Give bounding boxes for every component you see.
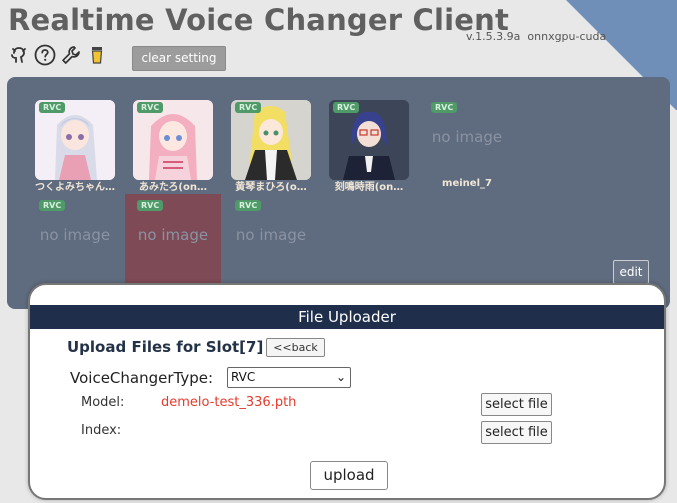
select-index-file-button[interactable]: select file — [481, 421, 552, 444]
toolbar-icons — [8, 44, 108, 66]
clear-setting-button[interactable]: clear setting — [132, 46, 226, 71]
voice-changer-type-label: VoiceChangerType: — [70, 369, 214, 387]
voice-changer-type-value: RVC — [231, 370, 256, 384]
model-slot-1[interactable]: RVC — [35, 100, 115, 180]
build-label: onnxgpu-cuda — [527, 30, 607, 43]
dialog-header: File Uploader — [30, 305, 664, 329]
slot-name: 黄琴まひろ(o… — [235, 182, 307, 193]
model-slot-3[interactable]: RVC — [231, 100, 311, 180]
model-slot-5[interactable]: RVC no image — [427, 100, 507, 180]
github-icon[interactable] — [8, 44, 30, 66]
wrench-icon[interactable] — [60, 44, 82, 66]
rvc-badge: RVC — [39, 102, 66, 113]
coffee-icon[interactable] — [86, 44, 108, 66]
rvc-badge: RVC — [431, 102, 458, 113]
model-slot-7[interactable]: RVC no image — [133, 198, 213, 278]
slot-name: つくよみちゃん… — [35, 182, 115, 193]
no-image-placeholder: no image — [431, 128, 503, 146]
model-label: Model: — [81, 395, 125, 410]
rvc-badge: RVC — [333, 102, 360, 113]
no-image-placeholder: no image — [39, 226, 111, 244]
upload-slot-title: Upload Files for Slot[7] — [67, 338, 264, 356]
rvc-badge: RVC — [235, 102, 262, 113]
no-image-placeholder: no image — [235, 226, 307, 244]
app-title: Realtime Voice Changer Client — [8, 3, 510, 37]
rvc-badge: RVC — [235, 200, 262, 211]
file-uploader-dialog: File Uploader Upload Files for Slot[7] <… — [28, 283, 666, 500]
help-icon[interactable] — [34, 44, 56, 66]
model-file-name: demelo-test_336.pth — [161, 395, 297, 410]
slot-name: meinel_7 — [442, 178, 492, 189]
back-button[interactable]: <<back — [266, 338, 325, 357]
model-slot-4[interactable]: RVC — [329, 100, 409, 180]
model-slot-6[interactable]: RVC no image — [35, 198, 115, 278]
slot-name: あみたろ(on… — [139, 182, 207, 193]
index-label: Index: — [81, 423, 122, 438]
edit-button[interactable]: edit — [613, 260, 649, 284]
version-info: v.1.5.3.9a onnxgpu-cuda — [466, 30, 606, 43]
slot-name: 刻鳴時雨(on… — [334, 182, 404, 193]
model-slot-8[interactable]: RVC no image — [231, 198, 311, 278]
version-number: v.1.5.3.9a — [466, 30, 521, 43]
chevron-down-icon: ⌄ — [335, 370, 346, 384]
select-model-file-button[interactable]: select file — [481, 393, 552, 416]
rvc-badge: RVC — [137, 102, 164, 113]
rvc-badge: RVC — [39, 200, 66, 211]
upload-button[interactable]: upload — [310, 461, 388, 490]
rvc-badge: RVC — [137, 200, 164, 211]
model-slot-2[interactable]: RVC — [133, 100, 213, 180]
voice-changer-type-select[interactable]: RVC ⌄ — [227, 367, 351, 388]
no-image-placeholder: no image — [137, 226, 209, 244]
